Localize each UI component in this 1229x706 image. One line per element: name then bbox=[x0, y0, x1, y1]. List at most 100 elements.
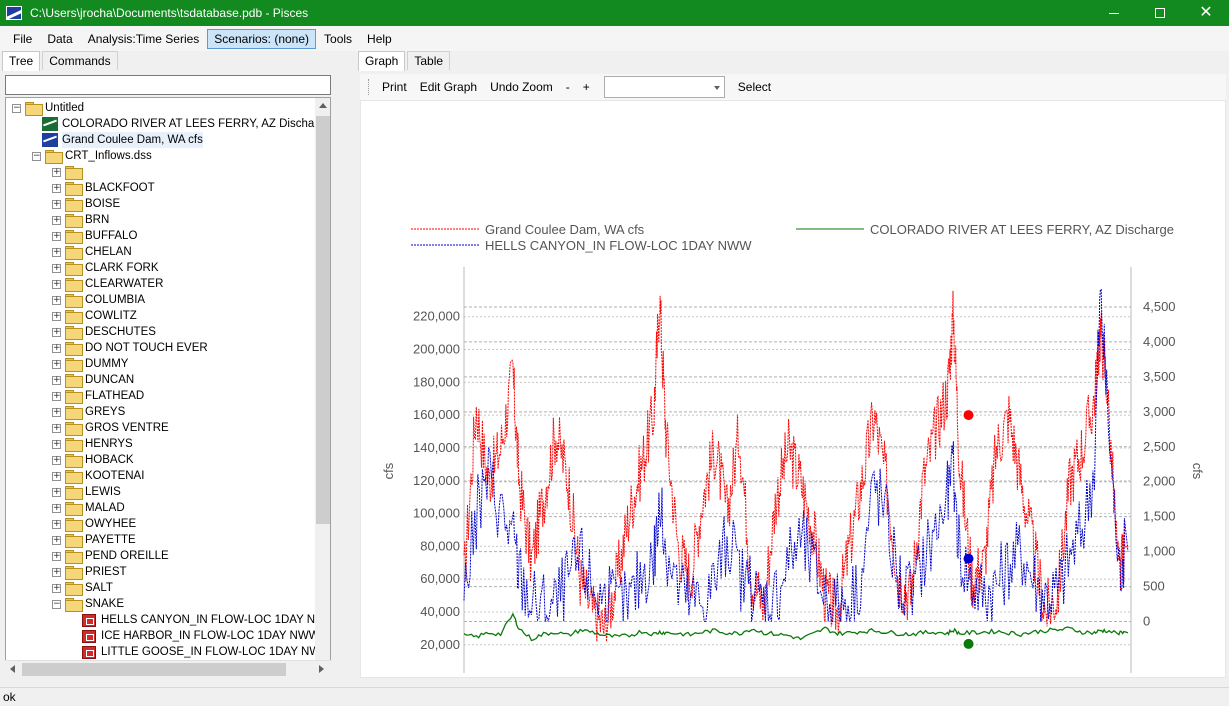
tree-item[interactable]: HELLS CANYON_IN FLOW-LOC 1DAY NWW bbox=[82, 612, 330, 628]
menu-file[interactable]: File bbox=[6, 29, 39, 49]
expand-icon[interactable]: + bbox=[52, 423, 61, 433]
expand-icon[interactable]: + bbox=[52, 167, 61, 177]
menu-tools[interactable]: Tools bbox=[317, 29, 359, 49]
expand-icon[interactable]: + bbox=[52, 359, 61, 369]
print-button[interactable]: Print bbox=[377, 77, 412, 97]
expand-icon[interactable]: + bbox=[52, 247, 61, 257]
tree-item[interactable]: + CHELAN bbox=[52, 244, 132, 260]
collapse-icon[interactable]: − bbox=[32, 151, 41, 161]
tree-vscroll-thumb[interactable] bbox=[316, 116, 330, 524]
tree-item[interactable]: ICE HARBOR_IN FLOW-LOC 1DAY NWW bbox=[82, 628, 320, 644]
tree-item[interactable]: + COLUMBIA bbox=[52, 292, 145, 308]
expand-icon[interactable]: + bbox=[52, 295, 61, 305]
tree-item[interactable]: + OWYHEE bbox=[52, 516, 136, 532]
edit-graph-button[interactable]: Edit Graph bbox=[415, 77, 482, 97]
tab-commands[interactable]: Commands bbox=[42, 51, 118, 70]
close-button[interactable]: ✕ bbox=[1183, 0, 1229, 26]
tree-item[interactable]: − CRT_Inflows.dss bbox=[32, 148, 152, 164]
tree-item[interactable]: + BRN bbox=[52, 212, 109, 228]
tree-item[interactable]: + DUMMY bbox=[52, 356, 128, 372]
tree-item[interactable]: COLORADO RIVER AT LEES FERRY, AZ Dischar… bbox=[42, 116, 331, 132]
chart-area[interactable]: 20,000 40,000 60,000 80,000 100,000 120,000 14… bbox=[360, 100, 1226, 706]
menu-scenarios[interactable]: Scenarios: (none) bbox=[207, 28, 317, 49]
tree-item[interactable]: + KOOTENAI bbox=[52, 468, 144, 484]
tree-hscroll-thumb[interactable] bbox=[22, 663, 286, 676]
tree-item-label: COLORADO RIVER AT LEES FERRY, AZ Dischar… bbox=[62, 118, 331, 130]
tree-item[interactable]: + bbox=[52, 164, 85, 180]
expand-icon[interactable]: + bbox=[52, 279, 61, 289]
scroll-up-icon[interactable] bbox=[319, 103, 327, 108]
expand-icon[interactable]: + bbox=[52, 183, 61, 193]
tree-item[interactable]: + FLATHEAD bbox=[52, 388, 144, 404]
scroll-right-icon[interactable] bbox=[319, 665, 324, 673]
tree-item[interactable]: + PRIEST bbox=[52, 564, 127, 580]
tree-item[interactable]: + CLEARWATER bbox=[52, 276, 163, 292]
expand-icon[interactable]: + bbox=[52, 327, 61, 337]
time-series-chart[interactable]: 20,000 40,000 60,000 80,000 100,000 120,000 14… bbox=[361, 101, 1225, 706]
menu-help[interactable]: Help bbox=[360, 29, 399, 49]
tree-item[interactable]: + GROS VENTRE bbox=[52, 420, 169, 436]
menu-analysis[interactable]: Analysis:Time Series bbox=[81, 29, 207, 49]
tree-item[interactable]: + LEWIS bbox=[52, 484, 121, 500]
tree-item[interactable]: + COWLITZ bbox=[52, 308, 137, 324]
collapse-icon[interactable]: − bbox=[52, 599, 61, 609]
tree-item[interactable]: + CLARK FORK bbox=[52, 260, 159, 276]
zoom-out-button[interactable]: - bbox=[561, 77, 575, 97]
expand-icon[interactable]: + bbox=[52, 215, 61, 225]
tree-item[interactable]: + BUFFALO bbox=[52, 228, 137, 244]
tree-item[interactable]: + GREYS bbox=[52, 404, 125, 420]
tree-item[interactable]: + DUNCAN bbox=[52, 372, 134, 388]
menu-data[interactable]: Data bbox=[40, 29, 79, 49]
expand-icon[interactable]: + bbox=[52, 343, 61, 353]
tree-item[interactable]: + HENRYS bbox=[52, 436, 133, 452]
expand-icon[interactable]: + bbox=[52, 199, 61, 209]
tab-graph[interactable]: Graph bbox=[358, 51, 406, 71]
expand-icon[interactable]: + bbox=[52, 231, 61, 241]
expand-icon[interactable]: + bbox=[52, 567, 61, 577]
panel-splitter[interactable] bbox=[336, 51, 354, 685]
tree-filter-input[interactable] bbox=[5, 75, 331, 95]
database-tree[interactable]: − Untitled COLORADO RIVER AT LEES FERRY, A… bbox=[5, 97, 331, 677]
tab-table[interactable]: Table bbox=[407, 51, 451, 70]
tree-item[interactable]: + BOISE bbox=[52, 196, 120, 212]
tree-horizontal-scrollbar[interactable] bbox=[5, 660, 331, 677]
tree-item[interactable]: + BLACKFOOT bbox=[52, 180, 155, 196]
tree-item[interactable]: + MALAD bbox=[52, 500, 125, 516]
expand-icon[interactable]: + bbox=[52, 263, 61, 273]
zoom-in-button[interactable]: + bbox=[578, 77, 595, 97]
zoom-select[interactable] bbox=[603, 76, 725, 98]
expand-icon[interactable]: + bbox=[52, 391, 61, 401]
tree-item[interactable]: + DESCHUTES bbox=[52, 324, 156, 340]
expand-icon[interactable]: + bbox=[52, 551, 61, 561]
expand-icon[interactable]: + bbox=[52, 407, 61, 417]
collapse-icon[interactable]: − bbox=[12, 103, 21, 113]
tree-item[interactable]: + PEND OREILLE bbox=[52, 548, 169, 564]
undo-zoom-button[interactable]: Undo Zoom bbox=[485, 77, 558, 97]
tree-vertical-scrollbar[interactable] bbox=[315, 98, 330, 676]
tree-item[interactable]: − Untitled bbox=[12, 100, 84, 116]
scroll-left-icon[interactable] bbox=[10, 665, 15, 673]
tab-tree[interactable]: Tree bbox=[2, 51, 41, 71]
minimize-button[interactable] bbox=[1091, 0, 1137, 26]
select-button[interactable]: Select bbox=[733, 77, 776, 97]
tree-item[interactable]: + HOBACK bbox=[52, 452, 134, 468]
expand-icon[interactable]: + bbox=[52, 535, 61, 545]
expand-icon[interactable]: + bbox=[52, 583, 61, 593]
expand-icon[interactable]: + bbox=[52, 455, 61, 465]
expand-icon[interactable]: + bbox=[52, 503, 61, 513]
tree-item[interactable]: + SALT bbox=[52, 580, 113, 596]
expand-icon[interactable]: + bbox=[52, 519, 61, 529]
tree-item[interactable]: LITTLE GOOSE_IN FLOW-LOC 1DAY NWW bbox=[82, 644, 330, 660]
tree-item[interactable]: + DO NOT TOUCH EVER bbox=[52, 340, 208, 356]
tree-item[interactable]: + PAYETTE bbox=[52, 532, 136, 548]
tree-item[interactable]: Grand Coulee Dam, WA cfs bbox=[42, 132, 203, 148]
expand-icon[interactable]: + bbox=[52, 311, 61, 321]
y-left-tick-label: 180,000 bbox=[413, 374, 460, 389]
maximize-button[interactable] bbox=[1137, 0, 1183, 26]
expand-icon[interactable]: + bbox=[52, 471, 61, 481]
expand-icon[interactable]: + bbox=[52, 439, 61, 449]
expand-icon[interactable]: + bbox=[52, 487, 61, 497]
tree-item[interactable]: − SNAKE bbox=[52, 596, 124, 612]
expand-icon[interactable]: + bbox=[52, 375, 61, 385]
toolbar-grip[interactable] bbox=[368, 79, 371, 95]
